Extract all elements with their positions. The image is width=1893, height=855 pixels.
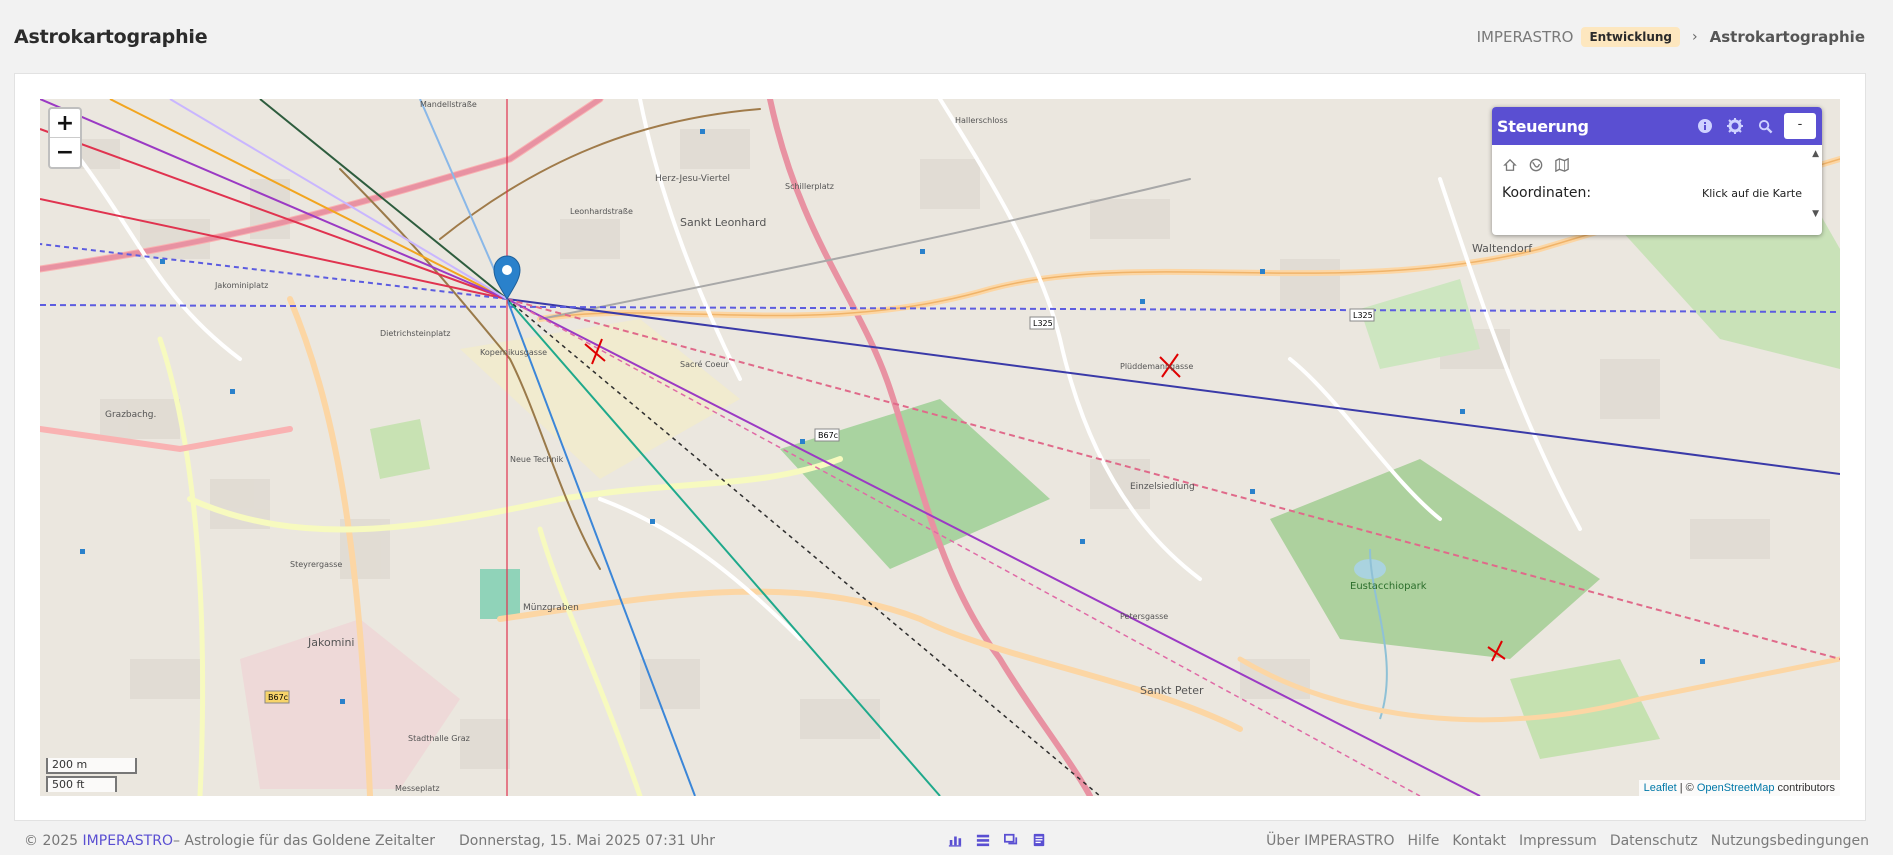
- tagline: – Astrologie für das Goldene Zeitalter: [172, 833, 435, 849]
- footer-icons: [948, 833, 1048, 849]
- scale-imperial: 500 ft: [46, 776, 117, 792]
- zoom-control: + −: [48, 107, 82, 169]
- svg-text:Schillerplatz: Schillerplatz: [785, 182, 834, 191]
- home-icon[interactable]: [1502, 157, 1518, 173]
- svg-text:Grazbachg.: Grazbachg.: [105, 410, 156, 420]
- svg-text:Sankt Peter: Sankt Peter: [1140, 684, 1204, 697]
- svg-text:Dietrichsteinplatz: Dietrichsteinplatz: [380, 329, 450, 338]
- breadcrumb-home-link[interactable]: IMPERASTRO: [1477, 28, 1574, 46]
- zoom-in-button[interactable]: +: [50, 109, 80, 138]
- attribution-suffix: contributors: [1774, 782, 1835, 794]
- svg-text:Sacré Coeur: Sacré Coeur: [680, 359, 729, 369]
- svg-text:Petersgasse: Petersgasse: [1120, 612, 1168, 621]
- svg-text:Messeplatz: Messeplatz: [395, 784, 440, 793]
- info-icon[interactable]: [1690, 114, 1720, 138]
- svg-text:B67c: B67c: [268, 693, 288, 702]
- breadcrumb-separator: ›: [1692, 29, 1698, 45]
- attribution-sep: | ©: [1676, 782, 1697, 794]
- footer-link-help[interactable]: Hilfe: [1408, 833, 1440, 849]
- breadcrumb: IMPERASTRO Entwicklung › Astrokartograph…: [1477, 27, 1865, 47]
- chat-icon[interactable]: [1004, 833, 1020, 849]
- control-panel-header: Steuerung -: [1492, 107, 1822, 145]
- gear-icon[interactable]: [1720, 114, 1750, 138]
- collapse-button[interactable]: -: [1784, 113, 1816, 139]
- svg-text:Plüddemanngasse: Plüddemanngasse: [1120, 362, 1193, 371]
- footer: © 2025 IMPERASTRO– Astrologie für das Go…: [24, 831, 1869, 851]
- map-card: L325 L325 B67c B67c Sankt Leonhard Herz-…: [14, 73, 1866, 821]
- chart-icon[interactable]: [948, 833, 964, 849]
- scale-metric: 200 m: [46, 758, 137, 774]
- svg-text:Mandellstraße: Mandellstraße: [420, 100, 477, 109]
- svg-text:B67c: B67c: [818, 431, 838, 440]
- footer-link-contact[interactable]: Kontakt: [1452, 833, 1506, 849]
- footer-copyright: © 2025 IMPERASTRO– Astrologie für das Go…: [24, 833, 435, 849]
- footer-link-terms[interactable]: Nutzungsbedingungen: [1711, 833, 1869, 849]
- page-title: Astrokartographie: [14, 26, 208, 48]
- copyright-text: © 2025: [24, 833, 79, 849]
- environment-badge: Entwicklung: [1581, 27, 1681, 47]
- footer-link-privacy[interactable]: Datenschutz: [1610, 833, 1698, 849]
- svg-text:Münzgraben: Münzgraben: [523, 603, 579, 613]
- svg-text:L325: L325: [1033, 319, 1053, 328]
- svg-text:Jakomini: Jakomini: [307, 636, 355, 649]
- map-attribution: Leaflet | © OpenStreetMap contributors: [1638, 780, 1840, 796]
- coordinates-label: Koordinaten:: [1502, 185, 1592, 201]
- layers-icon[interactable]: [976, 833, 992, 849]
- scroll-up-icon[interactable]: ▲: [1812, 149, 1819, 159]
- svg-text:Waltendorf: Waltendorf: [1472, 242, 1533, 255]
- globe-icon[interactable]: [1528, 157, 1544, 173]
- footer-datetime: Donnerstag, 15. Mai 2025 07:31 Uhr: [458, 833, 716, 849]
- coordinates-row: Koordinaten: Klick auf die Karte: [1502, 185, 1802, 201]
- map-icon[interactable]: [1554, 157, 1570, 173]
- svg-text:Leonhardstraße: Leonhardstraße: [570, 207, 633, 216]
- svg-text:Hallerschloss: Hallerschloss: [955, 116, 1008, 125]
- brand-link[interactable]: IMPERASTRO: [83, 833, 173, 849]
- footer-link-imprint[interactable]: Impressum: [1519, 833, 1597, 849]
- book-icon[interactable]: [1032, 833, 1048, 849]
- svg-text:L325: L325: [1353, 311, 1373, 320]
- svg-text:Eustacchiopark: Eustacchiopark: [1350, 581, 1427, 592]
- search-icon[interactable]: [1750, 114, 1780, 138]
- svg-text:Steyrergasse: Steyrergasse: [290, 560, 342, 569]
- map-scale: 200 m 500 ft: [46, 758, 137, 792]
- svg-text:Stadthalle Graz: Stadthalle Graz: [408, 734, 470, 743]
- page-header: Astrokartographie IMPERASTRO Entwicklung…: [14, 22, 1865, 52]
- svg-text:Kopernikusgasse: Kopernikusgasse: [480, 348, 547, 357]
- svg-text:Sankt Leonhard: Sankt Leonhard: [680, 216, 766, 229]
- leaflet-link[interactable]: Leaflet: [1644, 782, 1677, 794]
- control-panel-body: ▲ Koordinaten: Klick auf die Karte ▼: [1492, 145, 1822, 219]
- svg-text:Jakominiplatz: Jakominiplatz: [214, 281, 268, 290]
- footer-link-about[interactable]: Über IMPERASTRO: [1266, 833, 1394, 849]
- control-panel: Steuerung - ▲ Koordinaten: Klick auf die…: [1492, 107, 1822, 235]
- footer-links: Über IMPERASTRO Hilfe Kontakt Impressum …: [1266, 833, 1869, 849]
- osm-link[interactable]: OpenStreetMap: [1697, 782, 1775, 794]
- zoom-out-button[interactable]: −: [50, 138, 80, 167]
- breadcrumb-current: Astrokartographie: [1709, 28, 1865, 46]
- tool-row: [1502, 157, 1802, 173]
- scroll-down-icon[interactable]: ▼: [1812, 209, 1819, 219]
- control-panel-title: Steuerung: [1497, 116, 1589, 136]
- svg-text:Neue Technik: Neue Technik: [510, 455, 564, 464]
- coordinates-value: Klick auf die Karte: [1702, 186, 1802, 200]
- svg-text:Einzelsiedlung: Einzelsiedlung: [1130, 482, 1195, 492]
- map-view[interactable]: L325 L325 B67c B67c Sankt Leonhard Herz-…: [40, 99, 1840, 796]
- svg-text:Herz-Jesu-Viertel: Herz-Jesu-Viertel: [655, 174, 730, 184]
